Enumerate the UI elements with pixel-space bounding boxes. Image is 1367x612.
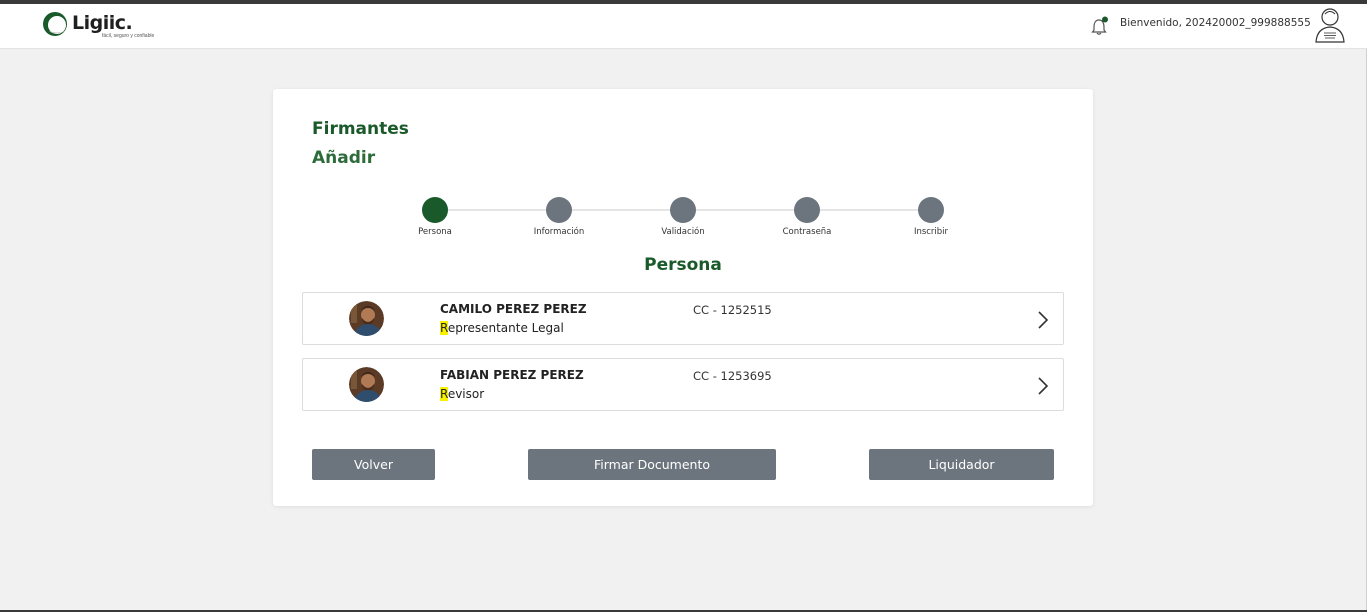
step-label: Información — [533, 227, 585, 237]
signer-avatar — [349, 367, 384, 402]
logo-tagline: fácil, seguro y confiable — [102, 33, 155, 39]
progress-stepper: Persona Información Validación Contraseñ… — [403, 195, 963, 241]
step-dot — [918, 197, 944, 223]
role-text: epresentante Legal — [447, 321, 564, 335]
step-label: Contraseña — [782, 227, 832, 237]
step-contrasena[interactable]: Contraseña — [772, 195, 842, 237]
signer-row[interactable]: FABIAN PEREZ PEREZ Revisor CC - 1253695 — [302, 358, 1064, 411]
logo-text: Ligiic. — [72, 12, 133, 34]
signer-row[interactable]: CAMILO PEREZ PEREZ Representante Legal C… — [302, 292, 1064, 345]
notification-bell-icon[interactable] — [1091, 16, 1109, 36]
role-text: evisor — [447, 387, 485, 401]
back-button[interactable]: Volver — [312, 449, 435, 480]
step-label: Inscribir — [913, 227, 949, 237]
role-highlight: R — [440, 321, 448, 335]
signer-avatar — [349, 301, 384, 336]
step-dot — [794, 197, 820, 223]
step-label: Validación — [661, 227, 705, 237]
chevron-right-icon[interactable] — [1036, 310, 1050, 330]
signer-name: FABIAN PEREZ PEREZ — [440, 368, 584, 382]
signer-role: Revisor — [440, 387, 484, 401]
signer-document: CC - 1252515 — [693, 303, 772, 317]
step-persona[interactable]: Persona — [400, 195, 470, 237]
signers-card: Firmantes Añadir Persona Información Val… — [273, 89, 1093, 506]
top-navbar: Ligiic. fácil, seguro y confiable Bienve… — [0, 4, 1367, 49]
step-validacion[interactable]: Validación — [648, 195, 718, 237]
user-avatar-icon[interactable] — [1313, 6, 1347, 44]
step-inscribir[interactable]: Inscribir — [896, 195, 966, 237]
step-informacion[interactable]: Información — [524, 195, 594, 237]
liquidator-button[interactable]: Liquidador — [869, 449, 1054, 480]
role-highlight: R — [440, 387, 448, 401]
chevron-right-icon[interactable] — [1036, 376, 1050, 396]
welcome-text: Bienvenido, 202420002_999888555 — [1120, 17, 1311, 29]
person-photo-icon — [349, 367, 384, 402]
step-dot — [422, 197, 448, 223]
signer-name: CAMILO PEREZ PEREZ — [440, 302, 587, 316]
section-title: Persona — [644, 255, 722, 275]
page-title: Firmantes — [312, 119, 409, 139]
signer-role: Representante Legal — [440, 321, 564, 335]
logo-mark-icon — [43, 12, 67, 36]
signer-document: CC - 1253695 — [693, 369, 772, 383]
page-subtitle: Añadir — [312, 148, 376, 168]
step-dot — [670, 197, 696, 223]
sign-document-button[interactable]: Firmar Documento — [528, 449, 776, 480]
step-dot — [546, 197, 572, 223]
person-photo-icon — [349, 301, 384, 336]
step-label: Persona — [418, 227, 452, 237]
